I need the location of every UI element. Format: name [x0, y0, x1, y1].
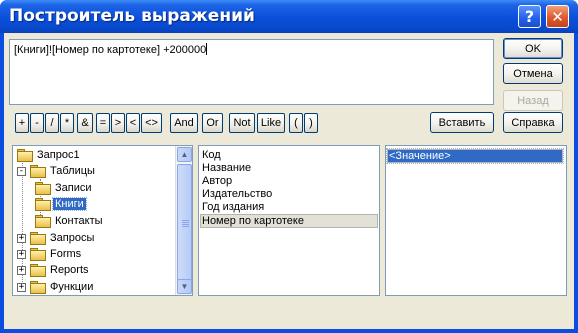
expand-icon[interactable]: +	[17, 282, 26, 292]
folder-icon	[30, 248, 46, 261]
operator-button[interactable]: Or	[202, 113, 223, 133]
operator-button[interactable]: <	[126, 113, 140, 133]
title-bar[interactable]: Построитель выражений ? ✕	[0, 0, 578, 33]
values-list[interactable]: <Значение>	[385, 145, 567, 296]
value-item[interactable]: <Значение>	[386, 148, 564, 164]
tree-item[interactable]: - Таблицы	[17, 163, 97, 179]
field-item[interactable]: Код	[201, 149, 222, 162]
tree-item-label: Forms	[50, 248, 82, 260]
tree-item-label: Контакты	[55, 215, 103, 227]
operator-button[interactable]: &	[77, 113, 93, 133]
close-icon: ✕	[551, 7, 564, 26]
tree-item[interactable]: Запрос1	[17, 147, 82, 163]
back-button[interactable]: Назад	[503, 90, 563, 111]
tree-item-label: Запрос1	[37, 149, 80, 161]
tree-scrollbar[interactable]: ▲ ▼	[175, 146, 192, 295]
operator-button[interactable]: =	[96, 113, 110, 133]
fields-list[interactable]: Код Название Автор Издательство Год издания Н…	[198, 145, 380, 296]
operator-button[interactable]: Not	[229, 113, 255, 133]
operator-button[interactable]: -	[30, 113, 44, 133]
operator-button[interactable]: /	[45, 113, 59, 133]
tree-item[interactable]: + Forms	[17, 246, 83, 262]
tree-item-label: Записи	[55, 182, 92, 194]
dialog-body: [Книги]![Номер по картотеке] +200000 OK …	[4, 33, 574, 329]
field-item[interactable]: Название	[201, 162, 252, 175]
tree-item[interactable]: Записи	[35, 180, 94, 196]
tree-item[interactable]: Книги	[35, 196, 87, 212]
open-folder-icon	[30, 165, 46, 178]
scroll-down-arrow-icon[interactable]: ▼	[177, 279, 192, 294]
expand-icon[interactable]: +	[17, 233, 26, 243]
operator-button[interactable]: And	[170, 113, 198, 133]
folder-icon	[35, 215, 51, 228]
scroll-up-arrow-icon[interactable]: ▲	[177, 147, 192, 162]
tree-item-label: Reports	[50, 264, 89, 276]
tree-item-label: Запросы	[50, 232, 95, 244]
field-item[interactable]: Издательство	[201, 188, 273, 201]
expression-input[interactable]: [Книги]![Номер по картотеке] +200000	[9, 39, 494, 105]
help-title-button[interactable]: ?	[518, 5, 541, 28]
expression-builder-window: Построитель выражений ? ✕ [Книги]![Номер…	[0, 0, 578, 333]
text-caret	[206, 43, 208, 55]
tree-item[interactable]: + Функции	[17, 279, 95, 295]
operator-button[interactable]: )	[304, 113, 318, 133]
operator-button[interactable]: (	[289, 113, 303, 133]
scroll-thumb[interactable]	[177, 164, 192, 282]
operator-button[interactable]: >	[111, 113, 125, 133]
field-item[interactable]: Год издания	[201, 201, 265, 214]
expression-text: [Книги]![Номер по картотеке] +200000	[14, 44, 207, 56]
tree-item-label: Книги	[52, 197, 87, 211]
operator-button[interactable]: Like	[257, 113, 285, 133]
folder-icon	[30, 281, 46, 294]
tree-item[interactable]: Контакты	[35, 213, 105, 229]
object-tree[interactable]: Запрос1 - Таблицы Записи Книги Контакты + Запро…	[12, 145, 193, 296]
operator-button[interactable]: *	[60, 113, 74, 133]
folder-icon	[30, 232, 46, 245]
open-folder-icon	[35, 198, 51, 211]
field-item[interactable]: Номер по картотеке	[200, 214, 378, 228]
field-item[interactable]: Автор	[201, 175, 233, 188]
close-button[interactable]: ✕	[546, 5, 569, 28]
tree-item[interactable]: + Reports	[17, 262, 91, 278]
ok-button[interactable]: OK	[503, 38, 563, 59]
operator-button[interactable]: +	[15, 113, 29, 133]
tree-item-label: Таблицы	[50, 165, 95, 177]
folder-icon	[30, 264, 46, 277]
operator-button[interactable]: <>	[141, 113, 162, 133]
question-icon: ?	[524, 7, 535, 26]
help-button[interactable]: Справка	[503, 112, 563, 133]
expand-icon[interactable]: +	[17, 249, 26, 259]
collapse-icon[interactable]: -	[17, 166, 26, 176]
folder-icon	[17, 149, 33, 162]
window-title: Построитель выражений	[9, 6, 255, 26]
insert-button[interactable]: Вставить	[430, 112, 494, 133]
tree-item[interactable]: + Запросы	[17, 230, 96, 246]
tree-item-label: Функции	[50, 281, 94, 293]
folder-icon	[35, 182, 51, 195]
expand-icon[interactable]: +	[17, 265, 26, 275]
cancel-button[interactable]: Отмена	[503, 63, 563, 84]
